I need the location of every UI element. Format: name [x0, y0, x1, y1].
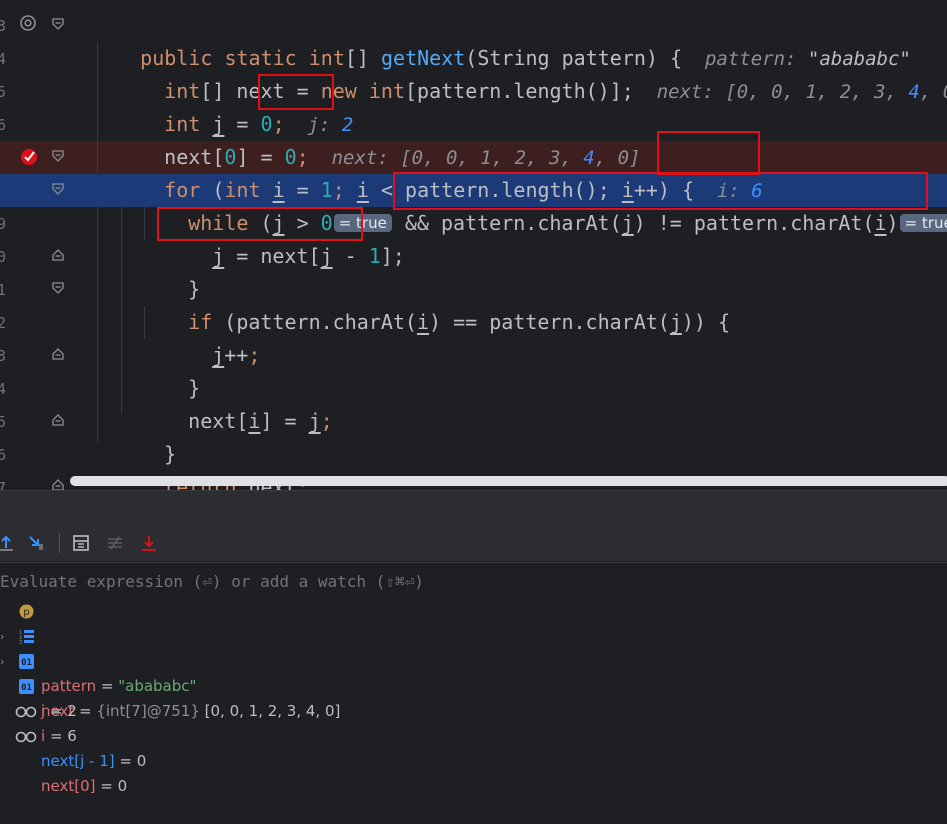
horizontal-scrollbar[interactable]	[70, 476, 947, 486]
watch-bar	[0, 562, 947, 600]
line-number: 3	[0, 347, 7, 365]
run-to-cursor-icon[interactable]	[28, 534, 46, 552]
fold-close-icon[interactable]	[51, 347, 65, 361]
variable-equals: =	[95, 777, 118, 795]
line-number: 4	[0, 380, 7, 398]
line-number: 7	[0, 479, 7, 490]
line-number: 0	[0, 248, 7, 266]
watch-expression: next[j - 1]	[41, 752, 115, 770]
code-line[interactable]: for (int i = 1; i < pattern.length(); i+…	[116, 141, 947, 202]
fold-open-icon[interactable]	[51, 17, 65, 31]
icon-glyph: p	[23, 607, 29, 618]
watch-row[interactable]: next[0] = 0	[0, 724, 947, 795]
fold-close-icon[interactable]	[51, 413, 65, 427]
primitive-icon: 01	[19, 679, 34, 694]
fold-open-icon[interactable]	[51, 149, 65, 163]
watch-row[interactable]: next[j - 1] = 0	[0, 699, 947, 770]
line-number: 2	[0, 314, 7, 332]
line-number: 1	[0, 281, 7, 299]
array-icon: 1 2 3	[19, 630, 34, 644]
code-editor[interactable]: 3 4 5 6 7 8 9 0 1 2 3 4 5 6 7 public sta…	[0, 0, 947, 490]
annotation-box-i-value	[657, 131, 760, 175]
code-line[interactable]: }	[116, 405, 947, 466]
fold-open-icon[interactable]	[51, 281, 65, 295]
watch-glasses-icon	[15, 706, 37, 718]
watch-expression: next[0]	[41, 777, 96, 795]
annotation-box-assignment	[157, 207, 363, 241]
evaluate-expression-input[interactable]	[0, 563, 902, 599]
line-number: 3	[0, 17, 7, 35]
variables-panel: › p pattern = "abababc" › 1 2 3 next = {…	[0, 599, 947, 795]
primitive-icon: 01	[19, 654, 34, 669]
step-into-icon[interactable]	[140, 534, 158, 552]
trace-stream-icon[interactable]	[106, 534, 124, 552]
code-line[interactable]: next[0] = 0; next: [0, 0, 1, 2, 3, 4, 0]	[116, 108, 947, 169]
variable-row[interactable]: 01 j = 2	[0, 649, 947, 720]
override-at-icon[interactable]	[19, 14, 37, 32]
code-line[interactable]: }	[140, 339, 947, 400]
svg-text:3: 3	[19, 640, 22, 644]
fold-open-icon[interactable]	[51, 182, 65, 196]
annotation-box-condition	[393, 172, 928, 210]
watch-glasses-icon	[15, 731, 37, 743]
code-line[interactable]: int j = 0; j: 2	[116, 75, 947, 136]
fold-close-icon[interactable]	[51, 248, 65, 262]
code-line[interactable]: public static int[] getNext(String patte…	[92, 9, 947, 70]
evaluate-expression-icon[interactable]	[72, 534, 90, 552]
toolbar-separator	[59, 533, 60, 553]
variable-row[interactable]: 01 i = 6	[0, 674, 947, 745]
panel-splitter[interactable]	[0, 490, 947, 525]
code-line[interactable]: next[i] = j;	[140, 372, 947, 433]
step-out-icon[interactable]	[0, 534, 15, 552]
code-line[interactable]: return next;	[116, 438, 947, 490]
watch-value: 0	[136, 752, 147, 770]
code-line[interactable]: if (pattern.charAt(i) == pattern.charAt(…	[140, 273, 947, 334]
annotation-box-j-value	[258, 74, 334, 110]
line-number: 4	[0, 50, 7, 68]
parameter-icon: p	[19, 604, 34, 619]
variable-row[interactable]: › 1 2 3 next = {int[7]@751} [0, 0, 1, 2,…	[0, 624, 947, 720]
code-line[interactable]: int[] next = new int[pattern.length()]; …	[116, 42, 947, 103]
fold-close-icon[interactable]	[51, 478, 65, 490]
debug-toolbar	[0, 525, 947, 561]
line-number: 5	[0, 413, 7, 431]
line-gutter[interactable]: 3 4 5 6 7 8 9 0 1 2 3 4 5 6 7	[0, 0, 78, 490]
breakpoint-icon[interactable]	[19, 146, 41, 168]
line-number: 6	[0, 446, 7, 464]
icon-glyph: 01	[21, 683, 32, 693]
variable-row[interactable]: › p pattern = "abababc"	[0, 599, 947, 695]
icon-glyph: 01	[21, 658, 32, 668]
code-line[interactable]: }	[140, 240, 947, 301]
variable-equals: =	[114, 752, 137, 770]
code-line[interactable]: j++;	[164, 306, 947, 367]
line-number: 6	[0, 116, 7, 134]
watch-value: 0	[117, 777, 128, 795]
line-number: 5	[0, 83, 7, 101]
line-number: 9	[0, 215, 7, 233]
